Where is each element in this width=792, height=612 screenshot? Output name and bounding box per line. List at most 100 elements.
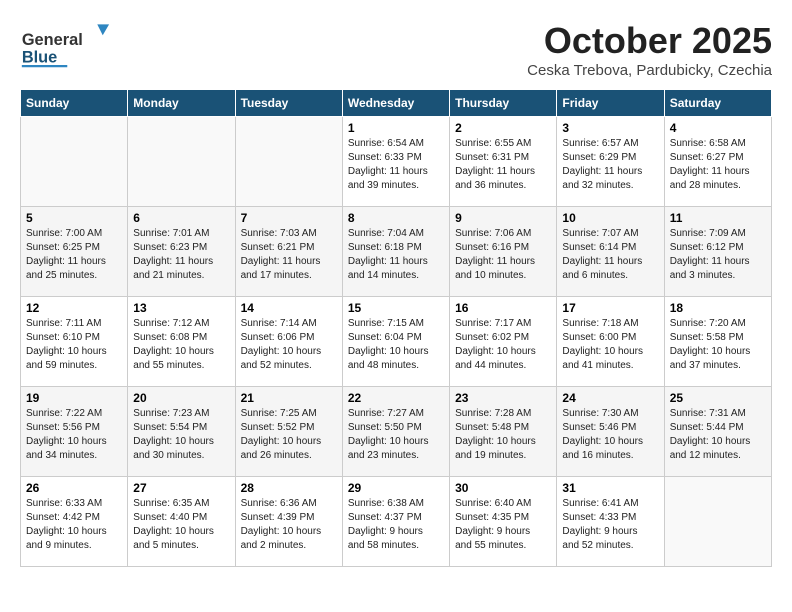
day-cell: 22 Sunrise: 7:27 AM Sunset: 5:50 PM Dayli…: [342, 387, 449, 477]
day-cell: 19 Sunrise: 7:22 AM Sunset: 5:56 PM Dayli…: [21, 387, 128, 477]
day-info: Sunrise: 6:58 AM Sunset: 6:27 PM Dayligh…: [670, 137, 766, 193]
day-cell: 12Sunrise: 7:11 AM Sunset: 6:10 PM Dayli…: [21, 297, 128, 387]
day-number: 29: [348, 481, 444, 495]
day-number: 23: [455, 391, 551, 405]
day-cell: 17 Sunrise: 7:18 AM Sunset: 6:00 PM Dayli…: [557, 297, 664, 387]
day-cell: 1 Sunrise: 6:54 AM Sunset: 6:33 PM Daylig…: [342, 117, 449, 207]
day-info: Sunrise: 7:31 AM Sunset: 5:44 PM Dayligh…: [670, 407, 766, 463]
day-info: Sunrise: 7:04 AM Sunset: 6:18 PM Dayligh…: [348, 227, 444, 283]
day-cell: 8 Sunrise: 7:04 AM Sunset: 6:18 PM Daylig…: [342, 207, 449, 297]
week-row-4: 19 Sunrise: 7:22 AM Sunset: 5:56 PM Dayli…: [21, 387, 772, 477]
day-info: Sunrise: 6:40 AM Sunset: 4:35 PM Dayligh…: [455, 497, 551, 553]
day-cell: 6 Sunrise: 7:01 AM Sunset: 6:23 PM Daylig…: [128, 207, 235, 297]
day-info: Sunrise: 7:27 AM Sunset: 5:50 PM Dayligh…: [348, 407, 444, 463]
weekday-header-monday: Monday: [128, 90, 235, 117]
day-number: 22: [348, 391, 444, 405]
day-number: 24: [562, 391, 658, 405]
day-cell: 14 Sunrise: 7:14 AM Sunset: 6:06 PM Dayli…: [235, 297, 342, 387]
day-number: 9: [455, 211, 551, 225]
day-cell: 9 Sunrise: 7:06 AM Sunset: 6:16 PM Daylig…: [450, 207, 557, 297]
day-number: 4: [670, 121, 766, 135]
day-number: 1: [348, 121, 444, 135]
weekday-header-sunday: Sunday: [21, 90, 128, 117]
day-cell: 10Sunrise: 7:07 AM Sunset: 6:14 PM Dayli…: [557, 207, 664, 297]
day-number: 28: [241, 481, 337, 495]
day-number: 25: [670, 391, 766, 405]
day-info: Sunrise: 7:23 AM Sunset: 5:54 PM Dayligh…: [133, 407, 229, 463]
day-cell: [235, 117, 342, 207]
day-number: 11: [670, 211, 766, 225]
day-number: 3: [562, 121, 658, 135]
day-info: Sunrise: 6:55 AM Sunset: 6:31 PM Dayligh…: [455, 137, 551, 193]
day-number: 18: [670, 301, 766, 315]
day-info: Sunrise: 7:18 AM Sunset: 6:00 PM Dayligh…: [562, 317, 658, 373]
day-info: Sunrise: 6:33 AM Sunset: 4:42 PM Dayligh…: [26, 497, 122, 553]
day-info: Sunrise: 7:11 AM Sunset: 6:10 PM Dayligh…: [26, 317, 122, 373]
weekday-header-saturday: Saturday: [664, 90, 771, 117]
day-cell: 31Sunrise: 6:41 AM Sunset: 4:33 PM Dayli…: [557, 477, 664, 567]
day-info: Sunrise: 7:07 AM Sunset: 6:14 PM Dayligh…: [562, 227, 658, 283]
day-cell: [128, 117, 235, 207]
day-number: 8: [348, 211, 444, 225]
logo: General Blue: [20, 20, 120, 75]
title-area: October 2025 Ceska Trebova, Pardubicky, …: [527, 20, 772, 79]
day-info: Sunrise: 7:01 AM Sunset: 6:23 PM Dayligh…: [133, 227, 229, 283]
svg-text:General: General: [22, 31, 83, 49]
day-number: 17: [562, 301, 658, 315]
day-info: Sunrise: 7:14 AM Sunset: 6:06 PM Dayligh…: [241, 317, 337, 373]
day-info: Sunrise: 7:06 AM Sunset: 6:16 PM Dayligh…: [455, 227, 551, 283]
day-cell: 5 Sunrise: 7:00 AM Sunset: 6:25 PM Daylig…: [21, 207, 128, 297]
day-cell: 24 Sunrise: 7:30 AM Sunset: 5:46 PM Dayli…: [557, 387, 664, 477]
weekday-header-thursday: Thursday: [450, 90, 557, 117]
day-info: Sunrise: 7:28 AM Sunset: 5:48 PM Dayligh…: [455, 407, 551, 463]
location: Ceska Trebova, Pardubicky, Czechia: [527, 62, 772, 79]
page-header: General Blue October 2025 Ceska Trebova,…: [20, 20, 772, 79]
svg-text:Blue: Blue: [22, 49, 57, 67]
day-number: 5: [26, 211, 122, 225]
day-cell: 2 Sunrise: 6:55 AM Sunset: 6:31 PM Daylig…: [450, 117, 557, 207]
day-number: 26: [26, 481, 122, 495]
weekday-header-tuesday: Tuesday: [235, 90, 342, 117]
day-info: Sunrise: 7:17 AM Sunset: 6:02 PM Dayligh…: [455, 317, 551, 373]
day-cell: 30Sunrise: 6:40 AM Sunset: 4:35 PM Dayli…: [450, 477, 557, 567]
weekday-header-row: SundayMondayTuesdayWednesdayThursdayFrid…: [21, 90, 772, 117]
day-info: Sunrise: 7:22 AM Sunset: 5:56 PM Dayligh…: [26, 407, 122, 463]
day-info: Sunrise: 6:35 AM Sunset: 4:40 PM Dayligh…: [133, 497, 229, 553]
day-info: Sunrise: 7:12 AM Sunset: 6:08 PM Dayligh…: [133, 317, 229, 373]
day-cell: 26 Sunrise: 6:33 AM Sunset: 4:42 PM Dayli…: [21, 477, 128, 567]
day-info: Sunrise: 7:09 AM Sunset: 6:12 PM Dayligh…: [670, 227, 766, 283]
day-info: Sunrise: 7:25 AM Sunset: 5:52 PM Dayligh…: [241, 407, 337, 463]
day-info: Sunrise: 7:30 AM Sunset: 5:46 PM Dayligh…: [562, 407, 658, 463]
day-info: Sunrise: 6:38 AM Sunset: 4:37 PM Dayligh…: [348, 497, 444, 553]
day-cell: 11 Sunrise: 7:09 AM Sunset: 6:12 PM Dayli…: [664, 207, 771, 297]
day-cell: [664, 477, 771, 567]
day-number: 19: [26, 391, 122, 405]
day-number: 27: [133, 481, 229, 495]
day-info: Sunrise: 6:41 AM Sunset: 4:33 PM Dayligh…: [562, 497, 658, 553]
day-number: 13: [133, 301, 229, 315]
month-title: October 2025: [527, 20, 772, 62]
day-number: 15: [348, 301, 444, 315]
week-row-1: 1 Sunrise: 6:54 AM Sunset: 6:33 PM Daylig…: [21, 117, 772, 207]
day-number: 20: [133, 391, 229, 405]
day-cell: 21 Sunrise: 7:25 AM Sunset: 5:52 PM Dayli…: [235, 387, 342, 477]
day-cell: 27 Sunrise: 6:35 AM Sunset: 4:40 PM Dayli…: [128, 477, 235, 567]
week-row-2: 5 Sunrise: 7:00 AM Sunset: 6:25 PM Daylig…: [21, 207, 772, 297]
day-cell: 28 Sunrise: 6:36 AM Sunset: 4:39 PM Dayli…: [235, 477, 342, 567]
day-info: Sunrise: 7:00 AM Sunset: 6:25 PM Dayligh…: [26, 227, 122, 283]
day-number: 14: [241, 301, 337, 315]
day-number: 21: [241, 391, 337, 405]
day-info: Sunrise: 6:54 AM Sunset: 6:33 PM Dayligh…: [348, 137, 444, 193]
day-cell: 25 Sunrise: 7:31 AM Sunset: 5:44 PM Dayli…: [664, 387, 771, 477]
weekday-header-friday: Friday: [557, 90, 664, 117]
day-info: Sunrise: 6:36 AM Sunset: 4:39 PM Dayligh…: [241, 497, 337, 553]
logo-svg: General Blue: [20, 20, 120, 75]
day-number: 16: [455, 301, 551, 315]
day-info: Sunrise: 7:15 AM Sunset: 6:04 PM Dayligh…: [348, 317, 444, 373]
day-info: Sunrise: 7:20 AM Sunset: 5:58 PM Dayligh…: [670, 317, 766, 373]
day-cell: 15 Sunrise: 7:15 AM Sunset: 6:04 PM Dayli…: [342, 297, 449, 387]
day-info: Sunrise: 7:03 AM Sunset: 6:21 PM Dayligh…: [241, 227, 337, 283]
day-number: 6: [133, 211, 229, 225]
day-number: 2: [455, 121, 551, 135]
week-row-5: 26 Sunrise: 6:33 AM Sunset: 4:42 PM Dayli…: [21, 477, 772, 567]
